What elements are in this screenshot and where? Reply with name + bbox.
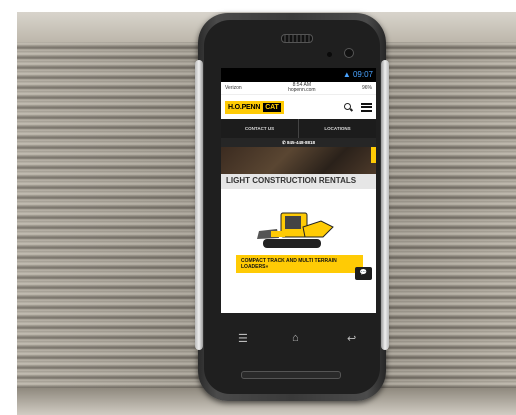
battery-label: 96% <box>361 85 372 91</box>
back-icon[interactable]: ↩ <box>347 332 356 345</box>
browser-status-bar: Verizon 8:54 AM hopenn.com 96% <box>221 82 376 95</box>
android-time: 09:07 <box>352 70 373 79</box>
android-status-bar: ▲ 09:07 <box>221 68 376 82</box>
recent-apps-icon[interactable]: ☰ <box>238 332 248 345</box>
phone-number: 845-448-8818 <box>287 140 316 145</box>
carrier-label: Verizon <box>225 85 242 91</box>
front-camera-icon <box>344 48 354 58</box>
product-card[interactable]: COMPACT TRACK AND MULTI TERRAIN LOADERS»… <box>221 189 376 283</box>
chat-icon[interactable]: 💬 <box>355 267 372 280</box>
browser-address[interactable]: 8:54 AM hopenn.com <box>288 83 316 93</box>
track-loader-image <box>257 212 334 248</box>
phone-screen: ▲ 09:07 Verizon 8:54 AM hopenn.com 96% H… <box>221 68 376 313</box>
nav-locations[interactable]: LOCATIONS <box>298 119 376 138</box>
site-header: H.O.PENN CAT <box>221 95 376 119</box>
browser-url: hopenn.com <box>288 87 316 93</box>
earpiece-speaker <box>281 34 313 43</box>
sensor-icon <box>327 52 332 57</box>
nav-contact-us[interactable]: CONTACT US <box>221 119 298 138</box>
signal-icon: ▲ <box>342 70 351 79</box>
phone-side-left <box>195 60 203 350</box>
phone-number-strip[interactable]: ✆ 845-448-8818 <box>221 138 376 147</box>
photo-scene: ▲ 09:07 Verizon 8:54 AM hopenn.com 96% H… <box>0 0 516 415</box>
top-nav: CONTACT US LOCATIONS <box>221 119 376 138</box>
menu-icon[interactable] <box>361 102 372 112</box>
cat-badge: CAT <box>263 102 281 112</box>
bottom-port <box>241 371 341 379</box>
search-icon[interactable] <box>344 102 353 112</box>
header-actions <box>344 102 372 112</box>
home-icon[interactable]: ⌂ <box>292 332 299 344</box>
phone-icon: ✆ <box>281 140 286 145</box>
section-title: LIGHT CONSTRUCTION RENTALS <box>221 174 376 189</box>
hopenn-logo[interactable]: H.O.PENN CAT <box>225 100 284 114</box>
hero-image <box>221 147 376 174</box>
logo-text: H.O.PENN <box>228 103 261 111</box>
product-label[interactable]: COMPACT TRACK AND MULTI TERRAIN LOADERS» <box>236 255 363 273</box>
phone-side-right <box>381 60 389 350</box>
